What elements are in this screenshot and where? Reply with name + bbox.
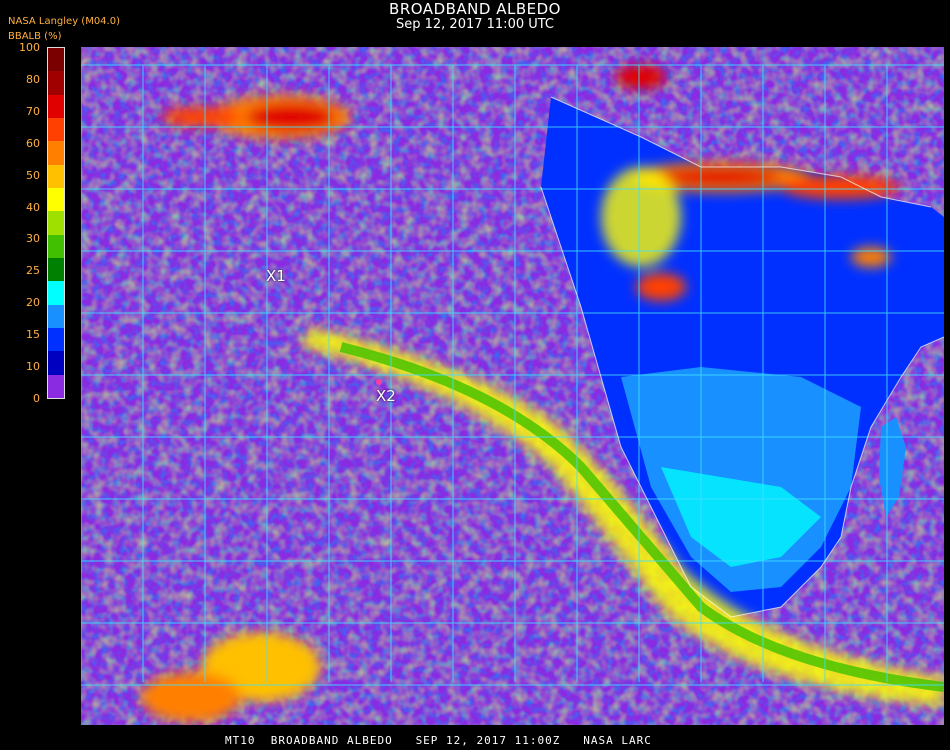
colorbar-tick-label: 80 xyxy=(26,72,40,86)
colorbar-segment xyxy=(48,304,64,328)
colorbar-segment xyxy=(48,71,64,95)
colorbar-segment xyxy=(48,257,64,282)
colorbar-segment xyxy=(48,327,64,352)
footer-caption: MT10 BROADBAND ALBEDO SEP 12, 2017 11:00… xyxy=(225,734,652,747)
colorbar-segment xyxy=(48,117,64,142)
colorbar xyxy=(47,47,65,399)
image-title: BROADBAND ALBEDO xyxy=(389,0,561,18)
marker-x1: X1 xyxy=(266,267,286,285)
colorbar-tick-label: 0 xyxy=(33,392,40,405)
colorbar-tick-label: 40 xyxy=(26,200,40,214)
legend-source: NASA Langley (M04.0) xyxy=(8,16,120,27)
colorbar-tick-label: 70 xyxy=(26,104,40,118)
albedo-map: X1 X2 xyxy=(81,47,944,725)
colorbar-segment xyxy=(48,281,64,305)
colorbar-tick-label: 15 xyxy=(26,328,40,342)
colorbar-tick-label: 50 xyxy=(26,168,40,182)
albedo-map-image xyxy=(81,47,944,725)
colorbar-tick-label: 100 xyxy=(19,41,40,54)
marker-x2: X2 xyxy=(376,387,396,405)
colorbar-segment xyxy=(48,211,64,235)
colorbar-tick-label: 10 xyxy=(26,360,40,374)
colorbar-segment xyxy=(48,234,64,258)
colorbar-segment xyxy=(48,351,64,375)
colorbar-segment xyxy=(48,187,64,212)
marker-x2-dot xyxy=(376,379,382,385)
colorbar-tick-label: 20 xyxy=(26,296,40,310)
colorbar-tick-label: 30 xyxy=(26,232,40,246)
colorbar-segment xyxy=(48,94,64,118)
image-timestamp: Sep 12, 2017 11:00 UTC xyxy=(395,17,555,32)
colorbar-segment xyxy=(48,164,64,188)
colorbar-segment xyxy=(48,48,64,72)
colorbar-segment xyxy=(48,141,64,165)
colorbar-tick-label: 25 xyxy=(26,264,40,278)
colorbar-segment xyxy=(48,374,64,398)
colorbar-tick-label: 60 xyxy=(26,136,40,150)
